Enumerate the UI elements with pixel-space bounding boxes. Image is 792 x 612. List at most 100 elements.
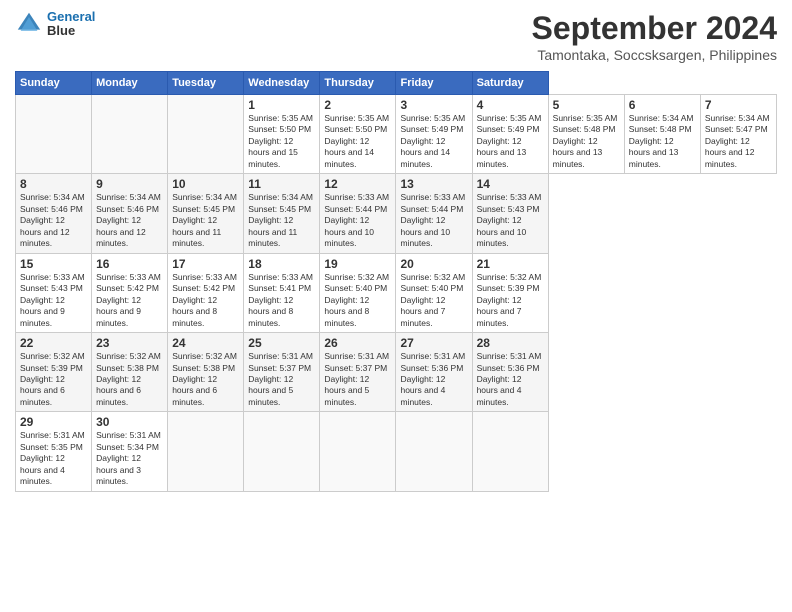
day-number: 25 — [248, 336, 315, 350]
day-info: Sunrise: 5:34 AMSunset: 5:45 PMDaylight:… — [172, 192, 239, 249]
page-header: General Blue September 2024 Tamontaka, S… — [15, 10, 777, 63]
day-info: Sunrise: 5:31 AMSunset: 5:36 PMDaylight:… — [477, 351, 544, 408]
day-info: Sunrise: 5:34 AMSunset: 5:48 PMDaylight:… — [629, 113, 696, 170]
table-row: 28Sunrise: 5:31 AMSunset: 5:36 PMDayligh… — [472, 333, 548, 412]
day-number: 1 — [248, 98, 315, 112]
table-row — [320, 412, 396, 491]
day-info: Sunrise: 5:32 AMSunset: 5:39 PMDaylight:… — [477, 272, 544, 329]
table-row: 24Sunrise: 5:32 AMSunset: 5:38 PMDayligh… — [168, 333, 244, 412]
day-info: Sunrise: 5:34 AMSunset: 5:45 PMDaylight:… — [248, 192, 315, 249]
day-number: 14 — [477, 177, 544, 191]
table-row: 4Sunrise: 5:35 AMSunset: 5:49 PMDaylight… — [472, 95, 548, 174]
table-row: 2Sunrise: 5:35 AMSunset: 5:50 PMDaylight… — [320, 95, 396, 174]
table-row: 7Sunrise: 5:34 AMSunset: 5:47 PMDaylight… — [700, 95, 776, 174]
day-info: Sunrise: 5:34 AMSunset: 5:46 PMDaylight:… — [20, 192, 87, 249]
logo-text: General Blue — [47, 10, 95, 39]
day-number: 6 — [629, 98, 696, 112]
table-row: 3Sunrise: 5:35 AMSunset: 5:49 PMDaylight… — [396, 95, 472, 174]
day-number: 20 — [400, 257, 467, 271]
day-info: Sunrise: 5:31 AMSunset: 5:37 PMDaylight:… — [324, 351, 391, 408]
table-row — [244, 412, 320, 491]
table-row: 27Sunrise: 5:31 AMSunset: 5:36 PMDayligh… — [396, 333, 472, 412]
table-row: 20Sunrise: 5:32 AMSunset: 5:40 PMDayligh… — [396, 253, 472, 332]
day-number: 23 — [96, 336, 163, 350]
day-info: Sunrise: 5:31 AMSunset: 5:37 PMDaylight:… — [248, 351, 315, 408]
day-info: Sunrise: 5:33 AMSunset: 5:43 PMDaylight:… — [20, 272, 87, 329]
day-number: 19 — [324, 257, 391, 271]
day-number: 22 — [20, 336, 87, 350]
table-row — [168, 95, 244, 174]
col-tuesday: Tuesday — [168, 72, 244, 95]
day-number: 26 — [324, 336, 391, 350]
title-section: September 2024 Tamontaka, Soccsksargen, … — [532, 10, 777, 63]
table-row — [16, 95, 92, 174]
header-row: Sunday Monday Tuesday Wednesday Thursday… — [16, 72, 777, 95]
table-row — [472, 412, 548, 491]
table-row: 5Sunrise: 5:35 AMSunset: 5:48 PMDaylight… — [548, 95, 624, 174]
table-row: 11Sunrise: 5:34 AMSunset: 5:45 PMDayligh… — [244, 174, 320, 253]
day-number: 15 — [20, 257, 87, 271]
day-number: 10 — [172, 177, 239, 191]
table-row: 18Sunrise: 5:33 AMSunset: 5:41 PMDayligh… — [244, 253, 320, 332]
table-row: 12Sunrise: 5:33 AMSunset: 5:44 PMDayligh… — [320, 174, 396, 253]
calendar-week-row: 1 Sunrise: 5:35 AMSunset: 5:50 PMDaylight… — [16, 95, 777, 174]
table-row: 19Sunrise: 5:32 AMSunset: 5:40 PMDayligh… — [320, 253, 396, 332]
day-info: Sunrise: 5:31 AMSunset: 5:36 PMDaylight:… — [400, 351, 467, 408]
col-friday: Friday — [396, 72, 472, 95]
day-info: Sunrise: 5:34 AMSunset: 5:47 PMDaylight:… — [705, 113, 772, 170]
day-number: 18 — [248, 257, 315, 271]
table-row: 17Sunrise: 5:33 AMSunset: 5:42 PMDayligh… — [168, 253, 244, 332]
table-row: 25Sunrise: 5:31 AMSunset: 5:37 PMDayligh… — [244, 333, 320, 412]
day-info: Sunrise: 5:31 AMSunset: 5:34 PMDaylight:… — [96, 430, 163, 487]
col-monday: Monday — [92, 72, 168, 95]
table-row: 8Sunrise: 5:34 AMSunset: 5:46 PMDaylight… — [16, 174, 92, 253]
table-row — [168, 412, 244, 491]
col-sunday: Sunday — [16, 72, 92, 95]
logo-icon — [15, 10, 43, 38]
calendar-week-row: 29Sunrise: 5:31 AMSunset: 5:35 PMDayligh… — [16, 412, 777, 491]
day-number: 13 — [400, 177, 467, 191]
day-number: 4 — [477, 98, 544, 112]
table-row: 29Sunrise: 5:31 AMSunset: 5:35 PMDayligh… — [16, 412, 92, 491]
table-row: 13Sunrise: 5:33 AMSunset: 5:44 PMDayligh… — [396, 174, 472, 253]
day-info: Sunrise: 5:32 AMSunset: 5:38 PMDaylight:… — [96, 351, 163, 408]
table-row: 23Sunrise: 5:32 AMSunset: 5:38 PMDayligh… — [92, 333, 168, 412]
day-number: 3 — [400, 98, 467, 112]
table-row: 30Sunrise: 5:31 AMSunset: 5:34 PMDayligh… — [92, 412, 168, 491]
day-info: Sunrise: 5:31 AMSunset: 5:35 PMDaylight:… — [20, 430, 87, 487]
day-info: Sunrise: 5:35 AMSunset: 5:48 PMDaylight:… — [553, 113, 620, 170]
day-number: 17 — [172, 257, 239, 271]
table-row: 15Sunrise: 5:33 AMSunset: 5:43 PMDayligh… — [16, 253, 92, 332]
day-number: 8 — [20, 177, 87, 191]
calendar-week-row: 15Sunrise: 5:33 AMSunset: 5:43 PMDayligh… — [16, 253, 777, 332]
day-info: Sunrise: 5:33 AMSunset: 5:42 PMDaylight:… — [96, 272, 163, 329]
day-number: 24 — [172, 336, 239, 350]
day-number: 21 — [477, 257, 544, 271]
calendar-week-row: 8Sunrise: 5:34 AMSunset: 5:46 PMDaylight… — [16, 174, 777, 253]
day-number: 2 — [324, 98, 391, 112]
day-info: Sunrise: 5:34 AMSunset: 5:46 PMDaylight:… — [96, 192, 163, 249]
table-row: 21Sunrise: 5:32 AMSunset: 5:39 PMDayligh… — [472, 253, 548, 332]
day-number: 11 — [248, 177, 315, 191]
day-info: Sunrise: 5:33 AMSunset: 5:43 PMDaylight:… — [477, 192, 544, 249]
day-info: Sunrise: 5:32 AMSunset: 5:39 PMDaylight:… — [20, 351, 87, 408]
day-info: Sunrise: 5:35 AMSunset: 5:50 PMDaylight:… — [324, 113, 391, 170]
day-number: 12 — [324, 177, 391, 191]
table-row: 26Sunrise: 5:31 AMSunset: 5:37 PMDayligh… — [320, 333, 396, 412]
day-info: Sunrise: 5:33 AMSunset: 5:44 PMDaylight:… — [324, 192, 391, 249]
calendar-week-row: 22Sunrise: 5:32 AMSunset: 5:39 PMDayligh… — [16, 333, 777, 412]
table-row: 10Sunrise: 5:34 AMSunset: 5:45 PMDayligh… — [168, 174, 244, 253]
day-info: Sunrise: 5:32 AMSunset: 5:40 PMDaylight:… — [400, 272, 467, 329]
day-number: 29 — [20, 415, 87, 429]
table-row: 6Sunrise: 5:34 AMSunset: 5:48 PMDaylight… — [624, 95, 700, 174]
day-info: Sunrise: 5:32 AMSunset: 5:40 PMDaylight:… — [324, 272, 391, 329]
col-thursday: Thursday — [320, 72, 396, 95]
day-info: Sunrise: 5:35 AMSunset: 5:49 PMDaylight:… — [400, 113, 467, 170]
day-number: 9 — [96, 177, 163, 191]
day-number: 5 — [553, 98, 620, 112]
logo: General Blue — [15, 10, 95, 39]
day-number: 7 — [705, 98, 772, 112]
day-number: 27 — [400, 336, 467, 350]
table-row — [396, 412, 472, 491]
table-row: 22Sunrise: 5:32 AMSunset: 5:39 PMDayligh… — [16, 333, 92, 412]
